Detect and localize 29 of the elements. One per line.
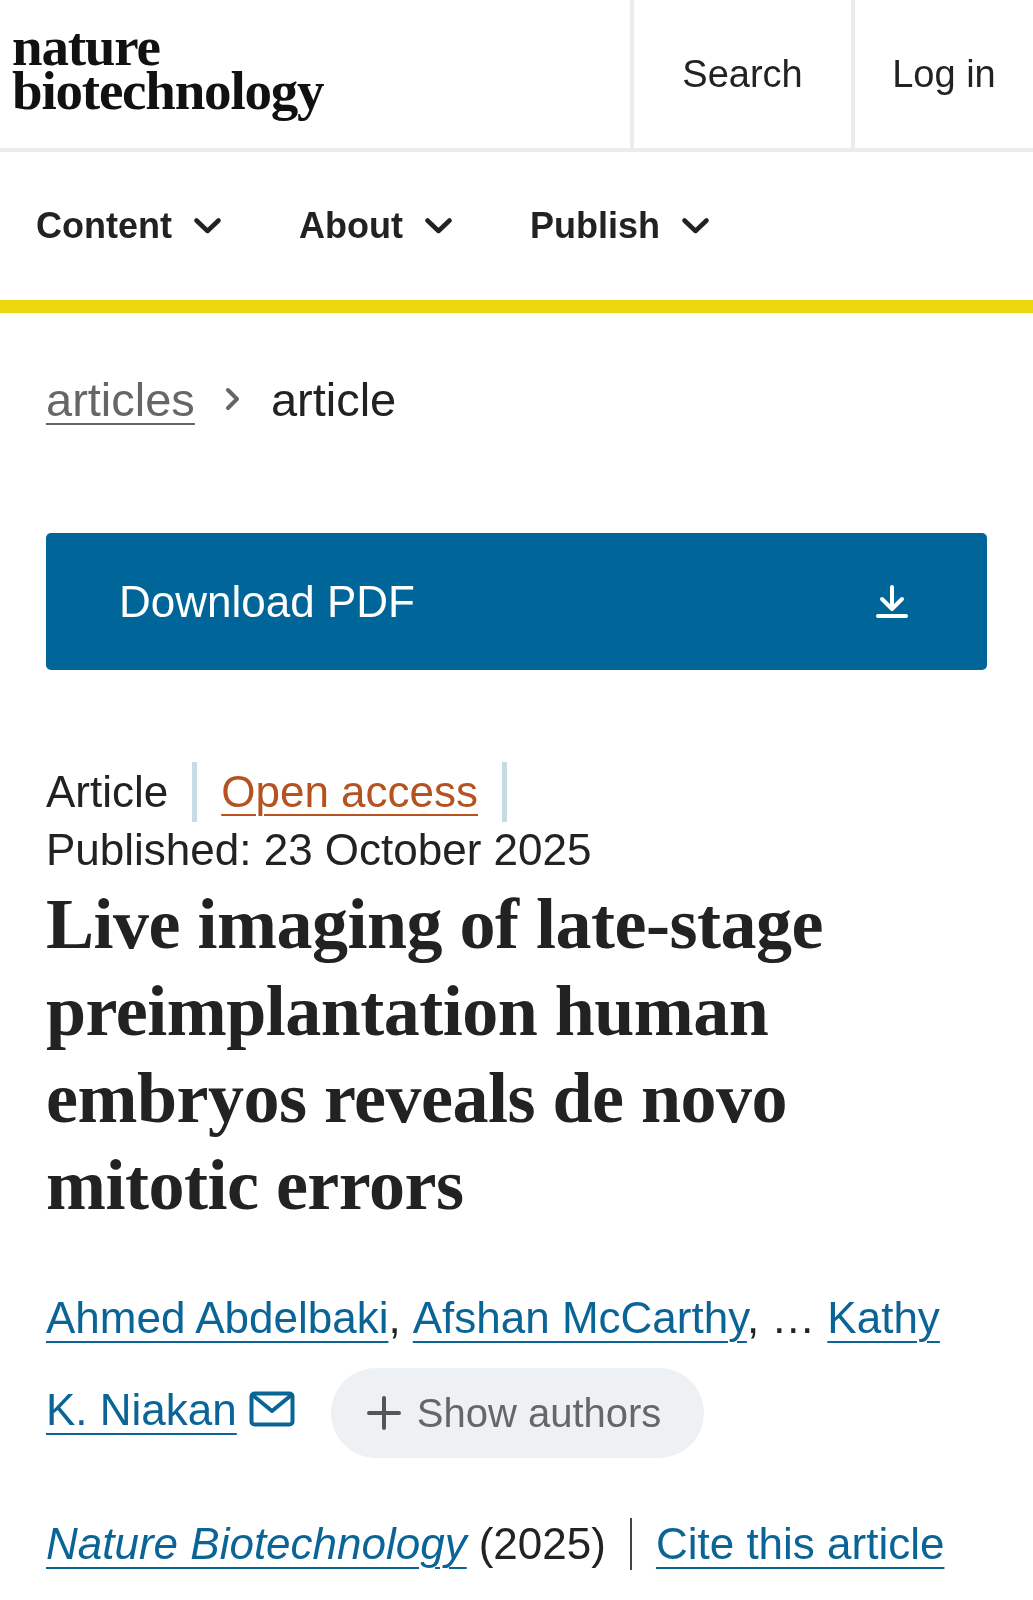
- article-title: Live imaging of late-stage preimplantation human embryos reveals de novo mitotic errors: [46, 883, 824, 1227]
- nav-menu-button[interactable]: Publish: [529, 205, 709, 247]
- journal-logo[interactable]: nature biotechnology: [12, 23, 324, 125]
- published-date: Published: 23 October 2025: [46, 824, 593, 876]
- chevron-down-icon: [681, 218, 709, 234]
- publication-year: (2025): [478, 1519, 606, 1570]
- nav-menu-button[interactable]: Content: [36, 205, 221, 247]
- author-separator: ,: [388, 1293, 401, 1342]
- download-pdf-button[interactable]: Download PDF: [46, 533, 987, 670]
- open-access-link[interactable]: Open access: [221, 767, 479, 817]
- download-icon: [876, 584, 908, 619]
- author-link[interactable]: Kathy: [827, 1293, 940, 1342]
- breadcrumb-current: article: [270, 371, 397, 427]
- cite-article-link[interactable]: Cite this article: [655, 1519, 945, 1570]
- chevron-down-icon: [193, 218, 221, 234]
- nav-menu-button[interactable]: About: [298, 205, 452, 247]
- chevron-right-icon: [224, 387, 241, 411]
- envelope-icon[interactable]: [248, 1391, 295, 1427]
- author-link[interactable]: Afshan McCarthy: [412, 1293, 747, 1342]
- journal-link[interactable]: Nature Biotechnology: [46, 1519, 467, 1570]
- chevron-down-icon: [424, 218, 452, 234]
- breadcrumb-link[interactable]: articles: [46, 371, 195, 427]
- article-type: Article: [46, 767, 169, 817]
- search-link[interactable]: Search: [634, 0, 855, 148]
- author-link[interactable]: K. Niakan: [46, 1385, 237, 1434]
- header-link[interactable]: Log in: [855, 0, 1033, 148]
- author-link[interactable]: Ahmed Abdelbaki: [46, 1293, 389, 1342]
- plus-icon: [366, 1396, 401, 1431]
- show-authors-button[interactable]: Show authors: [330, 1368, 705, 1459]
